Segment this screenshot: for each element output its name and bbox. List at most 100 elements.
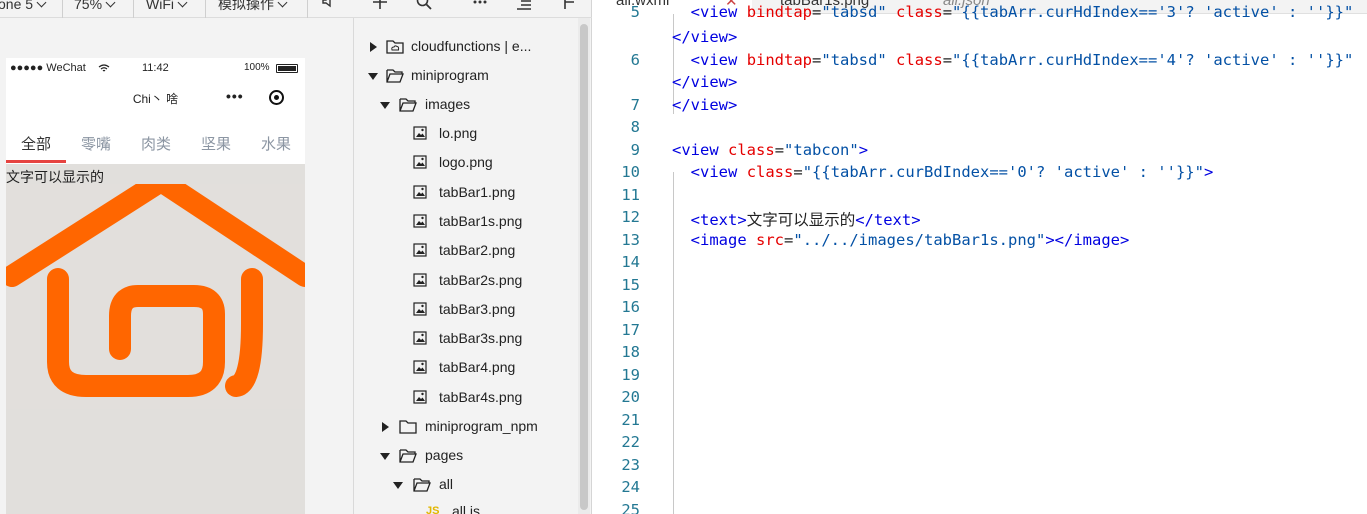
tree-item-label: images (425, 96, 471, 112)
tree-item-file[interactable]: tabBar4.png (354, 353, 576, 382)
category-tab-bar: 全部 零嘴 肉类 坚果 水果 (6, 118, 305, 164)
line-number: 8 (630, 118, 640, 136)
simulator-scroll-area (307, 18, 353, 514)
tab-meat[interactable]: 肉类 (141, 133, 171, 154)
tree-item-miniprogram[interactable]: miniprogram (354, 61, 576, 90)
line-number: 10 (621, 163, 640, 181)
tree-item-file[interactable]: tabBar1s.png (354, 207, 576, 236)
line-number: 15 (621, 276, 640, 294)
tree-item-label: tabBar2s.png (439, 272, 523, 288)
chevron-down-icon (105, 0, 116, 8)
wifi-icon (98, 64, 110, 72)
folder-icon (399, 420, 417, 434)
line-number: 17 (621, 321, 640, 339)
tab-content: 文字可以显示的 (6, 164, 305, 514)
image-file-icon (413, 331, 427, 345)
tree-item-label: tabBar4s.png (439, 389, 523, 405)
simulator-panel: one 5 75% WiFi 模拟操作 ●●●●● WeChat 11:42 1… (0, 0, 354, 514)
line-number: 21 (621, 411, 640, 429)
code-line: <view bindtap="tabsd" class="{{tabArr.cu… (690, 51, 1354, 69)
tab-fruit[interactable]: 水果 (261, 133, 291, 154)
tree-item-pages[interactable]: pages (354, 441, 576, 470)
divider (62, 0, 63, 18)
line-number: 11 (621, 186, 640, 204)
tree-item-label: tabBar3.png (439, 301, 516, 317)
tree-item-file[interactable]: lo.png (354, 119, 576, 148)
time-text: 11:42 (142, 62, 169, 74)
battery-icon (276, 64, 298, 73)
image-file-icon (413, 360, 427, 374)
line-number: 13 (621, 231, 640, 249)
line-number: 20 (621, 388, 640, 406)
carrier-text: ●●●●● WeChat (10, 62, 86, 74)
scrollbar-thumb[interactable] (580, 24, 588, 510)
tree-item-file[interactable]: tabBar2.png (354, 236, 576, 265)
network-label: WiFi (146, 0, 174, 12)
more-icon[interactable] (472, 0, 488, 10)
code-area[interactable]: 5 6 7 8 9 10 11 12 13 14 15 16 17 18 19 … (592, 3, 1367, 514)
code-line: </view> (672, 28, 738, 46)
code-line: </view> (672, 96, 738, 114)
split-icon[interactable] (562, 0, 578, 10)
device-select[interactable]: one 5 (0, 0, 47, 15)
volume-button[interactable] (322, 0, 334, 15)
js-file-icon: JS (426, 505, 440, 514)
file-tree-scrollbar[interactable] (578, 18, 590, 514)
chevron-right-icon (370, 42, 377, 52)
volume-icon (322, 0, 331, 8)
line-number: 24 (621, 478, 640, 496)
chevron-down-icon (36, 0, 47, 8)
tree-item-label: tabBar2.png (439, 242, 516, 258)
file-tree-toolbar (354, 0, 592, 18)
more-menu-icon[interactable]: ••• (226, 88, 244, 104)
image-file-icon (413, 243, 427, 257)
navigation-bar: Chi丶 啥 ••• (6, 78, 305, 118)
tree-item-label: cloudfunctions | e... (411, 38, 532, 54)
image-file-icon (413, 390, 427, 404)
tab-all[interactable]: 全部 (21, 133, 51, 154)
tree-item-images[interactable]: images (354, 90, 576, 119)
active-tab-indicator (6, 160, 66, 163)
tab-nuts[interactable]: 坚果 (201, 133, 231, 154)
code-line: <view bindtap="tabsd" class="{{tabArr.cu… (690, 3, 1354, 21)
tree-item-label: tabBar4.png (439, 359, 516, 375)
image-file-icon (413, 214, 427, 228)
tree-item-file[interactable]: tabBar2s.png (354, 266, 576, 295)
tree-item-label: tabBar1s.png (439, 213, 523, 229)
zoom-select[interactable]: 75% (74, 0, 116, 15)
mode-label: 模拟操作 (218, 0, 274, 12)
folder-open-icon (413, 478, 431, 492)
tab-snacks[interactable]: 零嘴 (81, 133, 111, 154)
add-icon[interactable] (372, 0, 388, 10)
tree-item-file[interactable]: tabBar1.png (354, 178, 576, 207)
network-select[interactable]: WiFi (146, 0, 188, 15)
tree-item-file[interactable]: tabBar4s.png (354, 383, 576, 412)
mode-select[interactable]: 模拟操作 (218, 0, 288, 15)
device-label: one 5 (0, 0, 34, 12)
tree-item-label: tabBar3s.png (439, 330, 523, 346)
tree-item-cloudfunctions[interactable]: cloudfunctions | e... (354, 32, 576, 61)
tree-item-label: miniprogram_npm (425, 418, 538, 434)
tree-item-miniprogram-npm[interactable]: miniprogram_npm (354, 412, 576, 441)
image-file-icon (413, 126, 427, 140)
tree-item-all[interactable]: all (354, 470, 576, 499)
tree-item-label: all (439, 476, 454, 492)
tree-item-file[interactable]: tabBar3.png (354, 295, 576, 324)
code-line: <view class="{{tabArr.curBdIndex=='0'? '… (690, 163, 1214, 181)
battery-text: 100% (244, 62, 270, 73)
line-number: 25 (621, 501, 640, 514)
tree-item-file[interactable]: logo.png (354, 148, 576, 177)
phone-screen: ●●●●● WeChat 11:42 100% Chi丶 啥 ••• 全部 零嘴… (6, 58, 305, 514)
divider (133, 0, 134, 18)
tree-item-file[interactable]: tabBar3s.png (354, 324, 576, 353)
code-line: <view class="tabcon"> (672, 141, 869, 159)
collapse-all-icon[interactable] (516, 0, 532, 10)
status-bar: ●●●●● WeChat 11:42 100% (6, 58, 305, 78)
tree-item-label: all.js (452, 503, 481, 514)
divider (307, 0, 308, 18)
tree-item-file[interactable]: JS all.js (354, 497, 576, 514)
chevron-down-icon (393, 482, 403, 489)
record-button-icon[interactable] (269, 90, 284, 105)
search-icon[interactable] (416, 0, 432, 10)
line-number: 9 (630, 141, 640, 159)
